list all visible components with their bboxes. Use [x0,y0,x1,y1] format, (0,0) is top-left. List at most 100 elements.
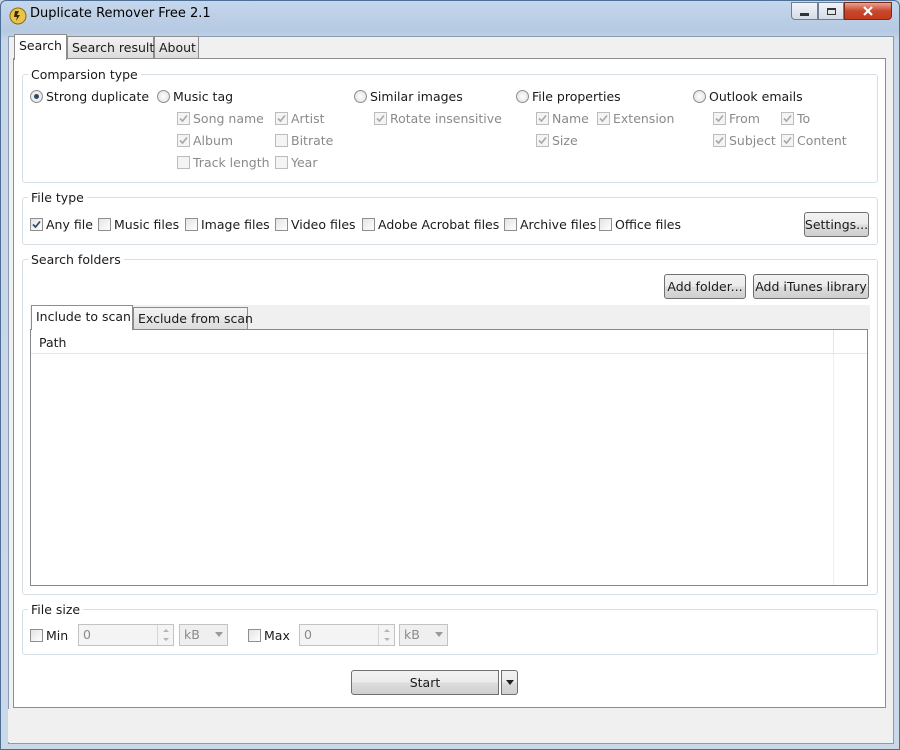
checkmark-icon [599,114,608,123]
subject-checkbox[interactable] [713,134,726,147]
image-files-label: Image files [201,217,270,232]
music-files-label: Music files [114,217,180,232]
song-name-label: Song name [193,111,264,126]
artist-checkbox[interactable] [275,112,288,125]
rotate-insensitive-label: Rotate insensitive [390,111,502,126]
extension-label: Extension [613,111,675,126]
size-label: Size [552,133,578,148]
strong-duplicate-radio[interactable] [30,90,43,103]
adobe-acrobat-files-checkbox[interactable] [362,218,375,231]
name-checkbox[interactable] [536,112,549,125]
office-files-label: Office files [615,217,682,232]
content-checkbox[interactable] [781,134,794,147]
video-files-checkbox[interactable] [275,218,288,231]
maximize-icon [826,7,836,15]
tab-about[interactable]: About [154,36,199,58]
name-label: Name [552,111,589,126]
track-length-label: Track length [193,155,270,170]
min-size-label: Min [46,628,69,643]
start-button[interactable]: Start [351,670,499,695]
min-size-checkbox[interactable] [30,629,43,642]
from-label: From [729,111,760,126]
chevron-down-icon [505,680,514,685]
checkmark-icon [715,114,724,123]
album-checkbox[interactable] [177,134,190,147]
strong-duplicate-label: Strong duplicate [46,89,150,104]
checkmark-icon [715,136,724,145]
any-file-checkbox[interactable] [30,218,43,231]
status-bar [8,709,892,742]
content-label: Content [797,133,847,148]
to-checkbox[interactable] [781,112,794,125]
extension-checkbox[interactable] [597,112,610,125]
bitrate-checkbox[interactable] [275,134,288,147]
minimize-icon [800,12,809,16]
checkmark-icon [32,220,41,229]
subject-label: Subject [729,133,776,148]
add-folder-button[interactable]: Add folder... [664,274,746,299]
album-label: Album [193,133,234,148]
column-divider [833,353,834,585]
outlook-emails-radio[interactable] [693,90,706,103]
year-label: Year [291,155,318,170]
max-size-unit-value: kB [404,627,420,642]
max-size-checkbox[interactable] [248,629,261,642]
spin-arrows-icon [384,629,390,641]
tab-exclude-from-scan[interactable]: Exclude from scan [133,307,253,329]
to-label: To [797,111,811,126]
file-properties-label: File properties [532,89,621,104]
checkmark-icon [538,136,547,145]
similar-images-label: Similar images [370,89,463,104]
song-name-checkbox[interactable] [177,112,190,125]
tab-include-to-scan[interactable]: Include to scan [31,305,133,330]
chevron-down-icon [215,632,223,637]
video-files-label: Video files [291,217,356,232]
checkmark-icon [179,136,188,145]
close-icon [863,6,873,16]
checkmark-icon [783,136,792,145]
search-folders-legend: Search folders [28,252,124,267]
track-length-checkbox[interactable] [177,156,190,169]
window-title: Duplicate Remover Free 2.1 [30,6,211,21]
music-tag-radio[interactable] [157,90,170,103]
maximize-button[interactable] [818,2,844,20]
checkmark-icon [538,114,547,123]
chevron-down-icon [435,632,443,637]
year-checkbox[interactable] [275,156,288,169]
min-size-unit-value: kB [184,627,200,642]
music-tag-label: Music tag [173,89,234,104]
max-size-unit-select[interactable]: kB [399,624,448,646]
min-size-spinner[interactable] [157,625,173,645]
list-header-row: Path [31,330,867,354]
office-files-checkbox[interactable] [599,218,612,231]
size-checkbox[interactable] [536,134,549,147]
image-files-checkbox[interactable] [185,218,198,231]
settings-button[interactable]: Settings... [804,212,869,237]
checkmark-icon [376,114,385,123]
spin-arrows-icon [163,629,169,641]
min-size-unit-select[interactable]: kB [179,624,228,646]
music-files-checkbox[interactable] [98,218,111,231]
rotate-insensitive-checkbox[interactable] [374,112,387,125]
outlook-emails-label: Outlook emails [709,89,803,104]
file-properties-radio[interactable] [516,90,529,103]
minimize-button[interactable] [791,2,818,20]
archive-files-checkbox[interactable] [504,218,517,231]
add-itunes-library-button[interactable]: Add iTunes library [753,274,869,299]
column-header-path[interactable]: Path [31,330,834,353]
artist-label: Artist [291,111,325,126]
tab-search-result[interactable]: Search result [67,36,154,58]
adobe-acrobat-files-label: Adobe Acrobat files [378,217,500,232]
max-size-label: Max [264,628,290,643]
folder-path-list[interactable]: Path [30,329,868,586]
archive-files-label: Archive files [520,217,597,232]
checkmark-icon [277,114,286,123]
file-type-legend: File type [28,190,87,205]
close-button[interactable] [844,2,892,20]
similar-images-radio[interactable] [354,90,367,103]
tab-search[interactable]: Search [14,34,67,60]
start-options-dropdown[interactable] [501,670,518,695]
max-size-spinner[interactable] [378,625,394,645]
file-size-legend: File size [28,602,84,617]
from-checkbox[interactable] [713,112,726,125]
